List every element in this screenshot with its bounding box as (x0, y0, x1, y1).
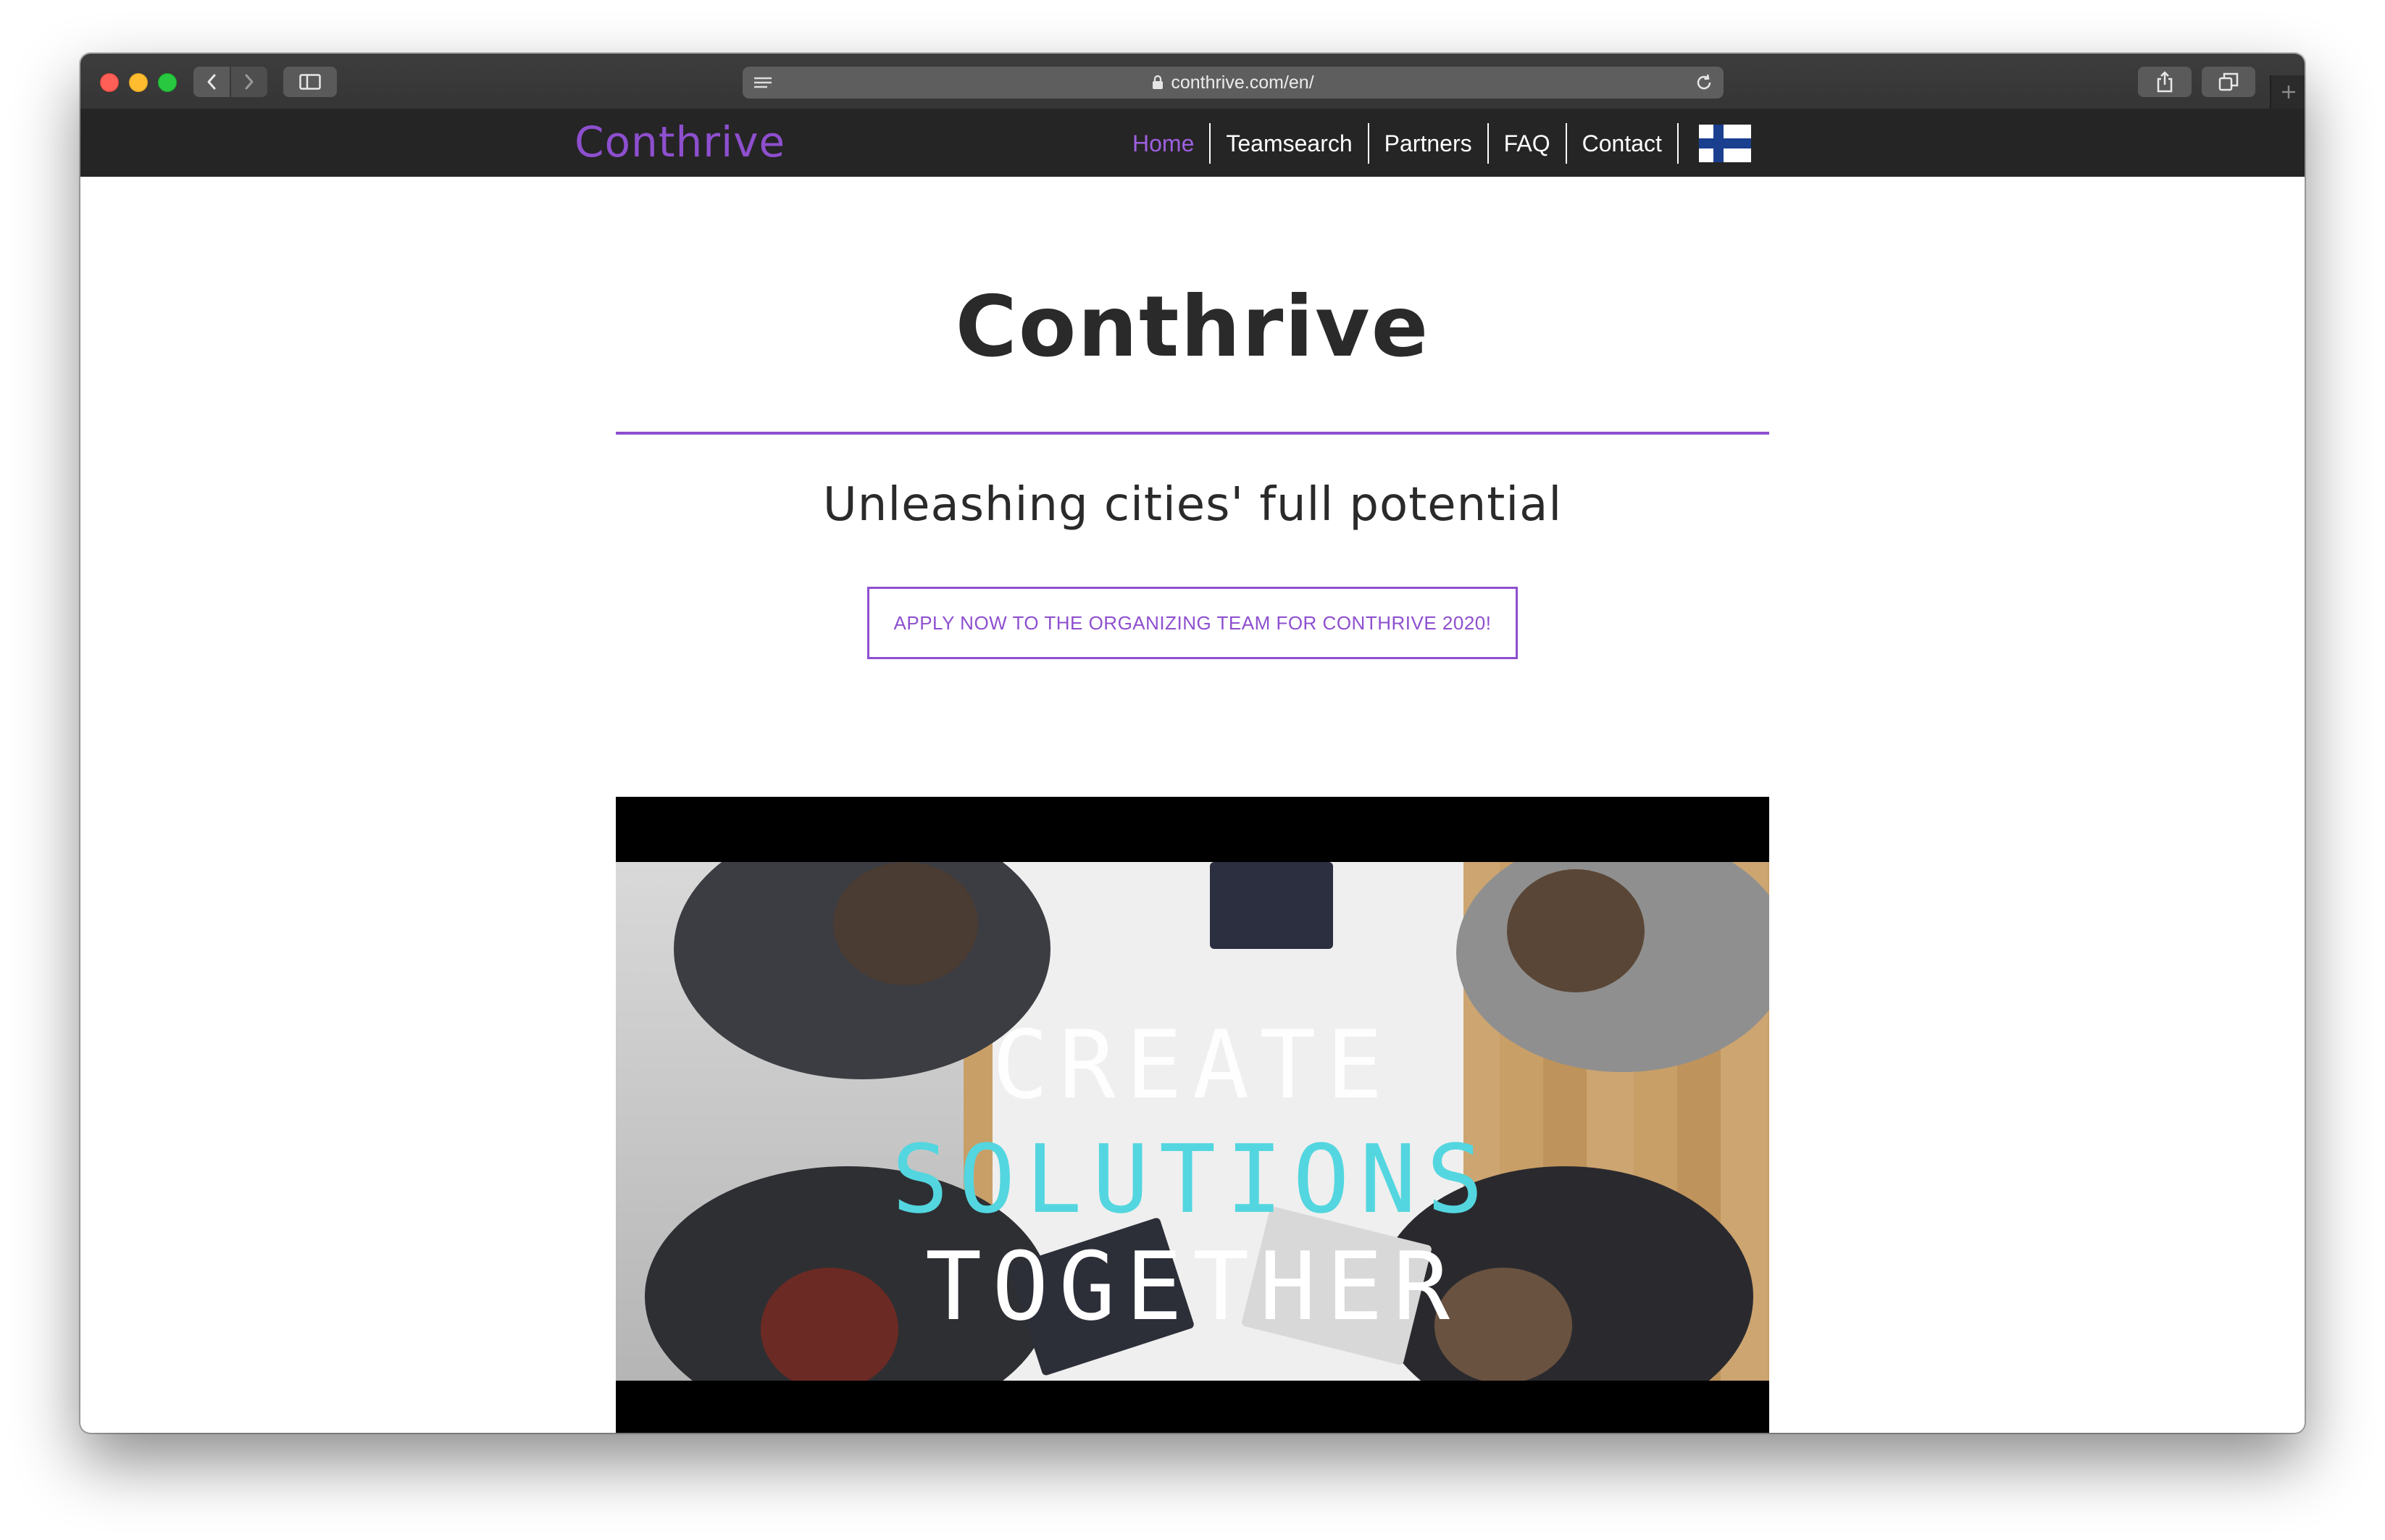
sidebar-toggle-button[interactable] (283, 67, 337, 97)
nav-faq[interactable]: FAQ (1489, 123, 1567, 164)
zoom-window-button[interactable] (158, 73, 177, 92)
chevron-left-icon (207, 74, 216, 90)
nav-partners[interactable]: Partners (1369, 123, 1489, 164)
plus-icon (2282, 85, 2295, 99)
share-icon (2157, 71, 2173, 93)
video-text-together: TOGETHER (924, 1231, 1461, 1342)
nav-home[interactable]: Home (1117, 123, 1211, 164)
minimize-window-button[interactable] (129, 73, 148, 92)
apply-now-button[interactable]: APPLY NOW TO THE ORGANIZING TEAM FOR CON… (867, 587, 1518, 659)
video-frame: CREATE SOLUTIONS TOGETHER (616, 862, 1769, 1381)
back-button[interactable] (193, 67, 230, 97)
lock-icon (1153, 75, 1164, 89)
browser-window: conthrive.com/en/ Conthrive Home Teamsea… (80, 54, 2305, 1433)
nav-contact[interactable]: Contact (1567, 123, 1679, 164)
hero-divider (616, 432, 1769, 435)
intro-video[interactable]: CREATE SOLUTIONS TOGETHER (616, 797, 1769, 1433)
url-text: conthrive.com/en/ (1171, 72, 1314, 93)
forward-button[interactable] (231, 67, 267, 97)
main-menu: Home Teamsearch Partners FAQ Contact (1117, 123, 1751, 164)
video-text-solutions: SOLUTIONS (891, 1124, 1494, 1234)
hero-title: Conthrive (955, 278, 1430, 376)
address-bar[interactable]: conthrive.com/en/ (743, 67, 1724, 99)
site-logo[interactable]: Conthrive (575, 119, 785, 165)
share-button[interactable] (2138, 67, 2192, 97)
close-window-button[interactable] (100, 73, 119, 92)
video-text-create: CREATE (992, 1010, 1393, 1120)
hero-tagline: Unleashing cities' full potential (822, 478, 1563, 532)
browser-toolbar: conthrive.com/en/ (80, 54, 2305, 110)
finland-flag-icon[interactable] (1698, 125, 1751, 162)
new-tab-button[interactable] (2270, 75, 2305, 109)
show-tabs-button[interactable] (2202, 67, 2255, 97)
sidebar-icon (299, 74, 321, 90)
nav-teamsearch[interactable]: Teamsearch (1211, 123, 1369, 164)
reload-icon[interactable] (1695, 73, 1713, 92)
site-navbar: Conthrive Home Teamsearch Partners FAQ C… (80, 109, 2305, 177)
tabs-overview-icon (2218, 72, 2239, 91)
chevron-right-icon (245, 74, 254, 90)
